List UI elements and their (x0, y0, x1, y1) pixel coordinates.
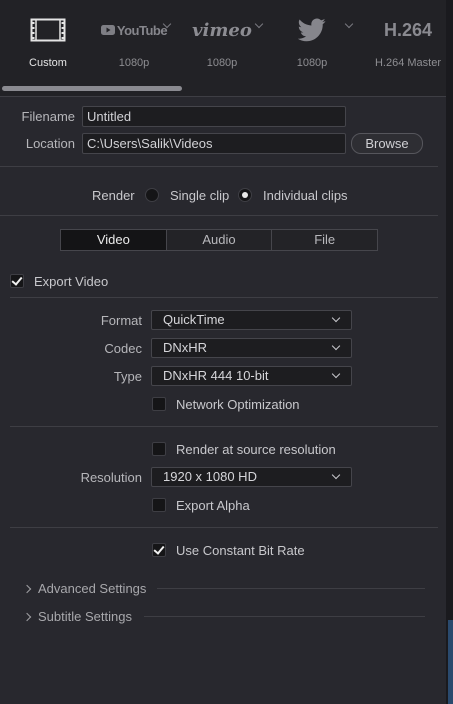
film-icon (12, 14, 84, 46)
preset-label: Custom (29, 57, 67, 69)
codec-select[interactable]: DNxHR (151, 338, 352, 358)
preset-custom[interactable]: Custom (12, 0, 84, 82)
export-video-label[interactable]: Export Video (34, 274, 108, 289)
location-label: Location (25, 136, 75, 151)
browse-button[interactable]: Browse (351, 133, 423, 154)
preset-vimeo[interactable]: vimeo 1080p (186, 0, 264, 82)
chevron-down-icon (331, 313, 341, 323)
location-input[interactable]: C:\Users\Salik\Videos (82, 133, 346, 154)
format-value: QuickTime (163, 312, 225, 327)
h264-logo: H.264 (370, 14, 446, 46)
preset-label: 1080p (296, 57, 328, 69)
tab-file[interactable]: File (271, 230, 377, 250)
type-select[interactable]: DNxHR 444 10-bit (151, 366, 352, 386)
chevron-right-icon (22, 612, 32, 622)
vimeo-brand: vimeo (192, 19, 252, 41)
subtitle-settings-section[interactable]: Subtitle Settings (22, 609, 132, 624)
resolution-select[interactable]: 1920 x 1080 HD (151, 467, 352, 487)
divider (0, 215, 438, 216)
type-label: Type (113, 369, 142, 384)
tab-video[interactable]: Video (61, 230, 166, 250)
export-video-checkbox[interactable] (10, 274, 24, 288)
tab-audio[interactable]: Audio (165, 230, 272, 250)
divider (157, 588, 425, 589)
network-optimization-label[interactable]: Network Optimization (176, 397, 300, 412)
render-source-resolution-label[interactable]: Render at source resolution (176, 442, 336, 457)
preset-twitter[interactable]: 1080p (276, 0, 354, 82)
chevron-down-icon (331, 341, 341, 351)
subtitle-settings-label: Subtitle Settings (38, 609, 132, 624)
codec-label: Codec (104, 341, 142, 356)
divider (10, 426, 438, 427)
type-value: DNxHR 444 10-bit (163, 368, 269, 383)
divider (144, 616, 425, 617)
preset-label: 1080p (206, 57, 238, 69)
twitter-icon (276, 14, 348, 46)
right-edge-strip (446, 0, 453, 704)
render-source-resolution-checkbox[interactable] (152, 442, 166, 456)
render-single-clip-label[interactable]: Single clip (170, 188, 229, 203)
preset-label: 1080p (118, 57, 150, 69)
divider (0, 96, 446, 97)
settings-tabs: Video Audio File (60, 229, 378, 251)
constant-bit-rate-label[interactable]: Use Constant Bit Rate (176, 543, 305, 558)
export-alpha-checkbox[interactable] (152, 498, 166, 512)
advanced-settings-label: Advanced Settings (38, 581, 147, 596)
preset-bar: Custom YouTube 1080p vimeo 1080p 1080p H… (0, 0, 446, 96)
h264-brand: H.264 (383, 19, 433, 40)
chevron-down-icon (331, 369, 341, 379)
divider (0, 166, 438, 167)
render-single-clip-radio[interactable] (145, 188, 159, 202)
divider (10, 297, 438, 298)
render-individual-clips-radio[interactable] (238, 188, 252, 202)
chevron-right-icon (22, 584, 32, 594)
preset-h264-master[interactable]: H.264 H.264 Master (370, 0, 446, 82)
edge-accent (448, 620, 453, 704)
constant-bit-rate-checkbox[interactable] (152, 543, 166, 557)
filename-input[interactable]: Untitled (82, 106, 346, 127)
format-label: Format (100, 313, 142, 328)
preset-youtube[interactable]: YouTube 1080p (98, 0, 172, 82)
codec-value: DNxHR (163, 340, 208, 355)
youtube-brand: YouTube (116, 22, 168, 38)
network-optimization-checkbox[interactable] (152, 397, 166, 411)
preset-label: H.264 Master (374, 57, 442, 69)
vimeo-icon: vimeo (186, 14, 258, 46)
render-label: Render (92, 188, 135, 203)
format-select[interactable]: QuickTime (151, 310, 352, 330)
youtube-icon: YouTube (98, 14, 170, 46)
divider (10, 527, 438, 528)
filename-label: Filename (21, 109, 75, 124)
advanced-settings-section[interactable]: Advanced Settings (22, 581, 147, 596)
chevron-down-icon (331, 470, 341, 480)
resolution-label: Resolution (80, 470, 142, 485)
render-individual-clips-label[interactable]: Individual clips (263, 188, 348, 203)
horizontal-scrollbar[interactable] (2, 86, 182, 91)
export-alpha-label[interactable]: Export Alpha (176, 498, 250, 513)
resolution-value: 1920 x 1080 HD (163, 469, 257, 484)
